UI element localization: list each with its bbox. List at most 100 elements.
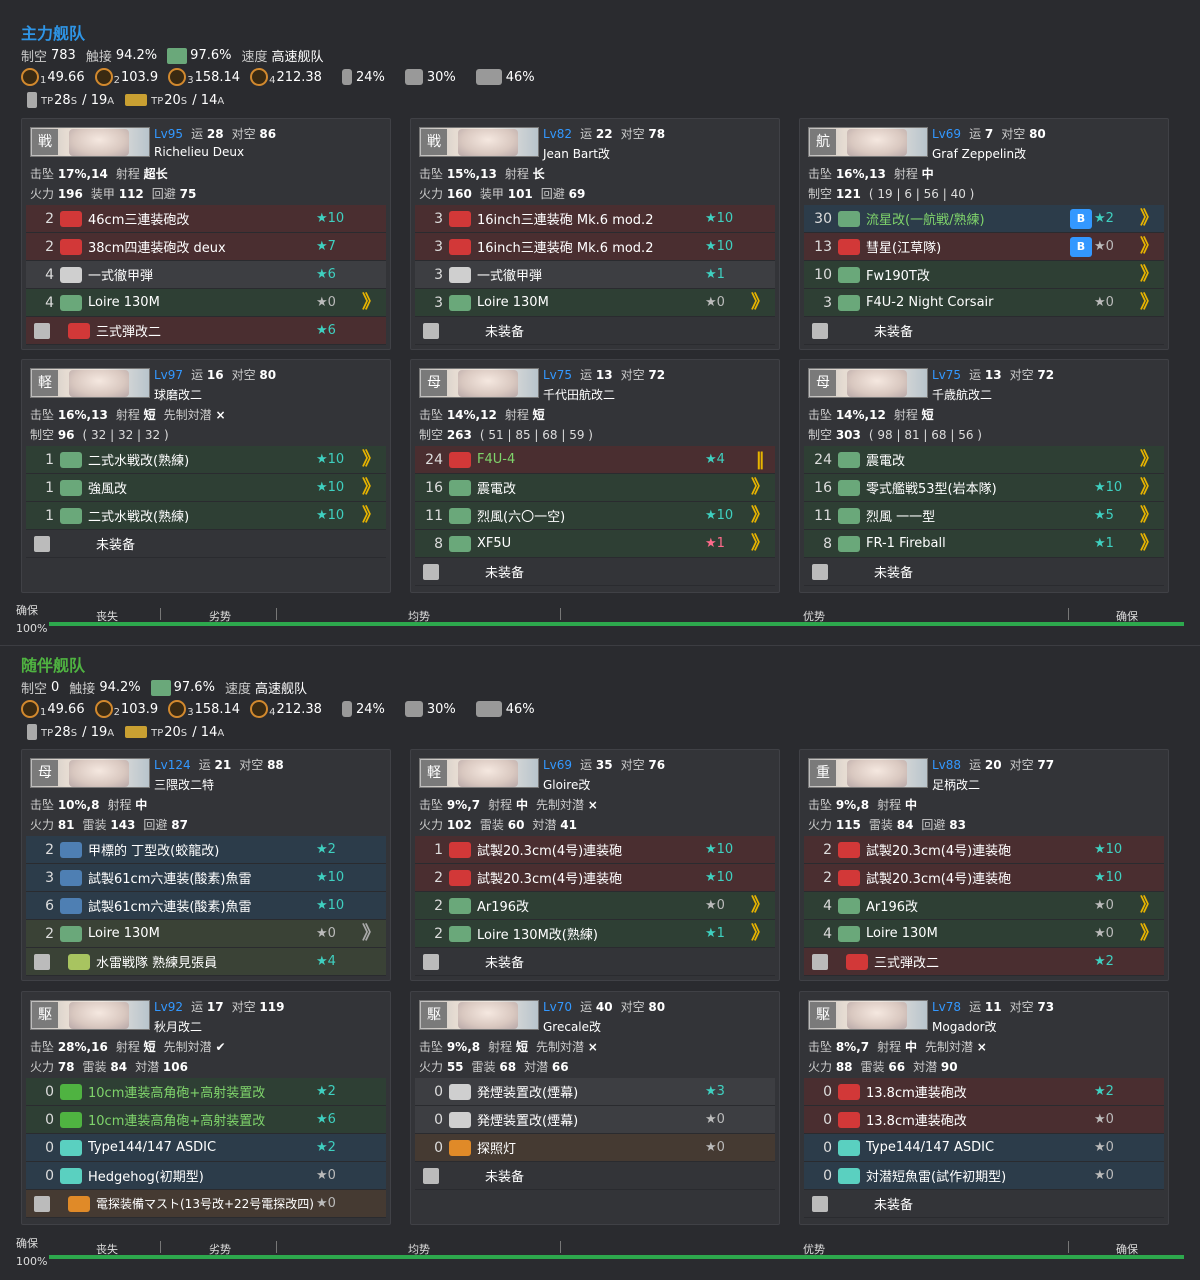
equipment-slot[interactable]: 未装备 xyxy=(804,558,1164,586)
ship-card[interactable]: 駆 Lv78 运 11 对空 73 Mogador改 击坠 8%,7 射程 中先制対潜 × 火… xyxy=(799,991,1169,1225)
equipment-slot[interactable]: 2 試製20.3cm(4号)連装砲 ★10 xyxy=(804,836,1164,864)
ship-banner: 戦 xyxy=(419,127,539,157)
equipment-slot[interactable]: 未装备 xyxy=(415,948,775,976)
equipment-slot[interactable]: 13 彗星(江草隊) B ★0 》 xyxy=(804,233,1164,261)
equipment-name: 16inch三連装砲 Mk.6 mod.2 xyxy=(477,241,654,256)
equipment-slot[interactable]: 1 二式水戦改(熟練) ★10 》 xyxy=(26,502,386,530)
equipment-slot[interactable]: 水雷戦隊 熟練見張員 ★4 xyxy=(26,948,386,976)
equipment-slot[interactable]: 8 XF5U ★1 》 xyxy=(415,530,775,558)
equipment-slot[interactable]: 2 Ar196改 ★0 》 xyxy=(415,892,775,920)
equipment-slot[interactable]: 0 Type144/147 ASDIC ★0 xyxy=(804,1134,1164,1162)
equipment-slot[interactable]: 0 13.8cm連装砲改 ★0 xyxy=(804,1106,1164,1134)
proficiency-icon: 》 xyxy=(751,894,769,916)
equipment-slot[interactable]: 0 10cm連装高角砲+高射装置改 ★6 xyxy=(26,1106,386,1134)
equipment-slot[interactable]: 未装备 xyxy=(804,1190,1164,1218)
equipment-slot[interactable]: 3 Loire 130M ★0 》 xyxy=(415,289,775,317)
equipment-slot[interactable]: 未装备 xyxy=(26,530,386,558)
stat-label: 击坠 xyxy=(419,1040,447,1054)
equipment-slot[interactable]: 2 46cm三連装砲改 ★10 xyxy=(26,205,386,233)
equipment-slot[interactable]: 0 対潜短魚雷(試作初期型) ★0 xyxy=(804,1162,1164,1190)
equipment-slot[interactable]: 3 試製61cm六連装(酸素)魚雷 ★10 xyxy=(26,864,386,892)
equipment-slot[interactable]: 0 10cm連装高角砲+高射装置改 ★2 xyxy=(26,1078,386,1106)
equipment-slot[interactable]: 24 F4U-4 ★4 ‖ xyxy=(415,446,775,474)
equipment-slot[interactable]: 4 Ar196改 ★0 》 xyxy=(804,892,1164,920)
equipment-slot[interactable]: 0 発煙装置改(煙幕) ★3 xyxy=(415,1078,775,1106)
equipment-type-icon xyxy=(449,925,471,942)
equipment-slot[interactable]: 未装备 xyxy=(415,317,775,345)
stat-label: 雷装 xyxy=(471,1060,500,1074)
equipment-slot[interactable]: 0 探照灯 ★0 xyxy=(415,1134,775,1162)
equipment-slot[interactable]: 2 38cm四連装砲改 deux ★7 xyxy=(26,233,386,261)
equipment-slot[interactable]: 8 FR-1 Fireball ★1 》 xyxy=(804,530,1164,558)
equipment-slot[interactable]: 未装备 xyxy=(804,317,1164,345)
proficiency-icon xyxy=(749,320,771,342)
equipment-slot[interactable]: 4 Loire 130M ★0 》 xyxy=(26,289,386,317)
equipment-slot[interactable]: 1 強風改 ★10 》 xyxy=(26,474,386,502)
stat-label: 射程 xyxy=(488,798,516,812)
equipment-slot[interactable]: 2 試製20.3cm(4号)連装砲 ★10 xyxy=(415,864,775,892)
equipment-slot[interactable]: 10 Fw190T改 》 xyxy=(804,261,1164,289)
stat-value: 中 xyxy=(515,798,528,812)
equipment-slot[interactable]: 三式弾改二 ★6 xyxy=(26,317,386,345)
ship-card[interactable]: 駆 Lv70 运 40 对空 80 Grecale改 击坠 9%,8 射程 短先制対潜 × 火… xyxy=(410,991,780,1225)
equipment-slot[interactable]: 三式弾改二 ★2 xyxy=(804,948,1164,976)
equipment-slot[interactable]: 24 震電改 》 xyxy=(804,446,1164,474)
equipment-slot[interactable]: 2 試製20.3cm(4号)連装砲 ★10 xyxy=(804,864,1164,892)
air-slot-breakdown: ( 51 | 85 | 68 | 59 ) xyxy=(479,428,593,442)
equipment-slot[interactable]: 6 試製61cm六連装(酸素)魚雷 ★10 xyxy=(26,892,386,920)
equipment-slot[interactable]: 0 発煙装置改(煙幕) ★0 xyxy=(415,1106,775,1134)
ship-portrait xyxy=(69,370,129,397)
proficiency-icon xyxy=(749,1109,771,1131)
ship-card[interactable]: 戦 Lv95 运 28 对空 86 Richelieu Deux 击坠 17%,14 射程 … xyxy=(21,118,391,350)
ship-card[interactable]: 重 Lv88 运 20 对空 77 足柄改二 击坠 9%,8 射程 中火力 115 雷装 84… xyxy=(799,749,1169,981)
improvement-star: ★10 xyxy=(705,870,734,885)
equipment-type-icon xyxy=(60,210,82,227)
equipment-slot[interactable]: 未装备 xyxy=(415,558,775,586)
equipment-slot[interactable]: 未装备 xyxy=(415,1162,775,1190)
slot-aircraft-count: 0 xyxy=(434,1139,443,1156)
equipment-slot[interactable]: 30 流星改(一航戦/熟練) B ★2 》 xyxy=(804,205,1164,233)
equipment-slot[interactable]: 電探装備マスト(13号改+22号電探改四) ★0 xyxy=(26,1190,386,1218)
equipment-name: 未装备 xyxy=(485,1170,525,1185)
equipment-slot[interactable]: 4 一式徹甲弾 ★6 xyxy=(26,261,386,289)
stat-label: 先制対潜 xyxy=(163,408,216,422)
ship-card[interactable]: 軽 Lv97 运 16 对空 80 球磨改二 击坠 16%,13 射程 短先制対潜 × 制空 … xyxy=(21,359,391,593)
equipment-slot[interactable]: 1 試製20.3cm(4号)連装砲 ★10 xyxy=(415,836,775,864)
equipment-slot[interactable]: 3 F4U-2 Night Corsair ★0 》 xyxy=(804,289,1164,317)
ship-card[interactable]: 母 Lv124 运 21 对空 88 三隈改二特 击坠 10%,8 射程 中火力 81 雷装 … xyxy=(21,749,391,981)
stat-value: 106 xyxy=(162,1060,188,1074)
ship-card[interactable]: 軽 Lv69 运 35 对空 76 Gloire改 击坠 9%,7 射程 中先制対潜 × 火力… xyxy=(410,749,780,981)
proficiency-icon xyxy=(749,1137,771,1159)
air-slot-breakdown: ( 98 | 81 | 68 | 56 ) xyxy=(868,428,982,442)
equipment-type-icon xyxy=(838,479,860,496)
ship-name: Gloire改 xyxy=(543,778,591,792)
ship-card[interactable]: 戦 Lv82 运 22 对空 78 Jean Bart改 击坠 15%,13 射程 长火力 … xyxy=(410,118,780,350)
equipment-slot[interactable]: 2 Loire 130M改(熟練) ★1 》 xyxy=(415,920,775,948)
equipment-slot[interactable]: 0 Type144/147 ASDIC ★2 xyxy=(26,1134,386,1162)
equipment-slot[interactable]: 3 16inch三連装砲 Mk.6 mod.2 ★10 xyxy=(415,205,775,233)
slot-aircraft-count: 2 xyxy=(823,869,832,886)
equipment-slot[interactable]: 3 16inch三連装砲 Mk.6 mod.2 ★10 xyxy=(415,233,775,261)
slot-aircraft-count: 16 xyxy=(425,479,443,496)
equipment-slot[interactable]: 16 零式艦戦53型(岩本隊) ★10 》 xyxy=(804,474,1164,502)
ship-portrait xyxy=(69,760,129,787)
equipment-slot[interactable]: 0 Hedgehog(初期型) ★0 xyxy=(26,1162,386,1190)
equipment-slot[interactable]: 4 Loire 130M ★0 》 xyxy=(804,920,1164,948)
ship-card[interactable]: 駆 Lv92 运 17 对空 119 秋月改二 击坠 28%,16 射程 短先制対潜 ✔ 火力… xyxy=(21,991,391,1225)
equipment-slot[interactable]: 2 甲標的 丁型改(蛟龍改) ★2 xyxy=(26,836,386,864)
equipment-slot[interactable]: 11 烈風(六〇一空) ★10 》 xyxy=(415,502,775,530)
equipment-slot[interactable]: 2 Loire 130M ★0 》 xyxy=(26,920,386,948)
stat-value: 88 xyxy=(835,1060,853,1074)
stat-value: 196 xyxy=(57,187,83,201)
equipment-list: 24 震電改》 16 零式艦戦53型(岩本隊) ★10 》 11 烈風 一一型 ★5 》 8 FR-1… xyxy=(804,446,1164,586)
improvement-star: ★2 xyxy=(316,842,336,857)
equipment-slot[interactable]: 11 烈風 一一型 ★5 》 xyxy=(804,502,1164,530)
ship-card[interactable]: 母 Lv75 运 13 对空 72 千歳航改二 击坠 14%,12 射程 短制空 303 ( … xyxy=(799,359,1169,593)
proficiency-icon xyxy=(360,839,382,861)
ship-card[interactable]: 航 Lv69 运 7 对空 80 Graf Zeppelin改 击坠 16%,13 射程 中… xyxy=(799,118,1169,350)
equipment-slot[interactable]: 3 一式徹甲弾 ★1 xyxy=(415,261,775,289)
equipment-slot[interactable]: 16 震電改 》 xyxy=(415,474,775,502)
ship-card[interactable]: 母 Lv75 运 13 对空 72 千代田航改二 击坠 14%,12 射程 短制空 263 (… xyxy=(410,359,780,593)
equipment-slot[interactable]: 1 二式水戦改(熟練) ★10 》 xyxy=(26,446,386,474)
equipment-slot[interactable]: 0 13.8cm連装砲改 ★2 xyxy=(804,1078,1164,1106)
